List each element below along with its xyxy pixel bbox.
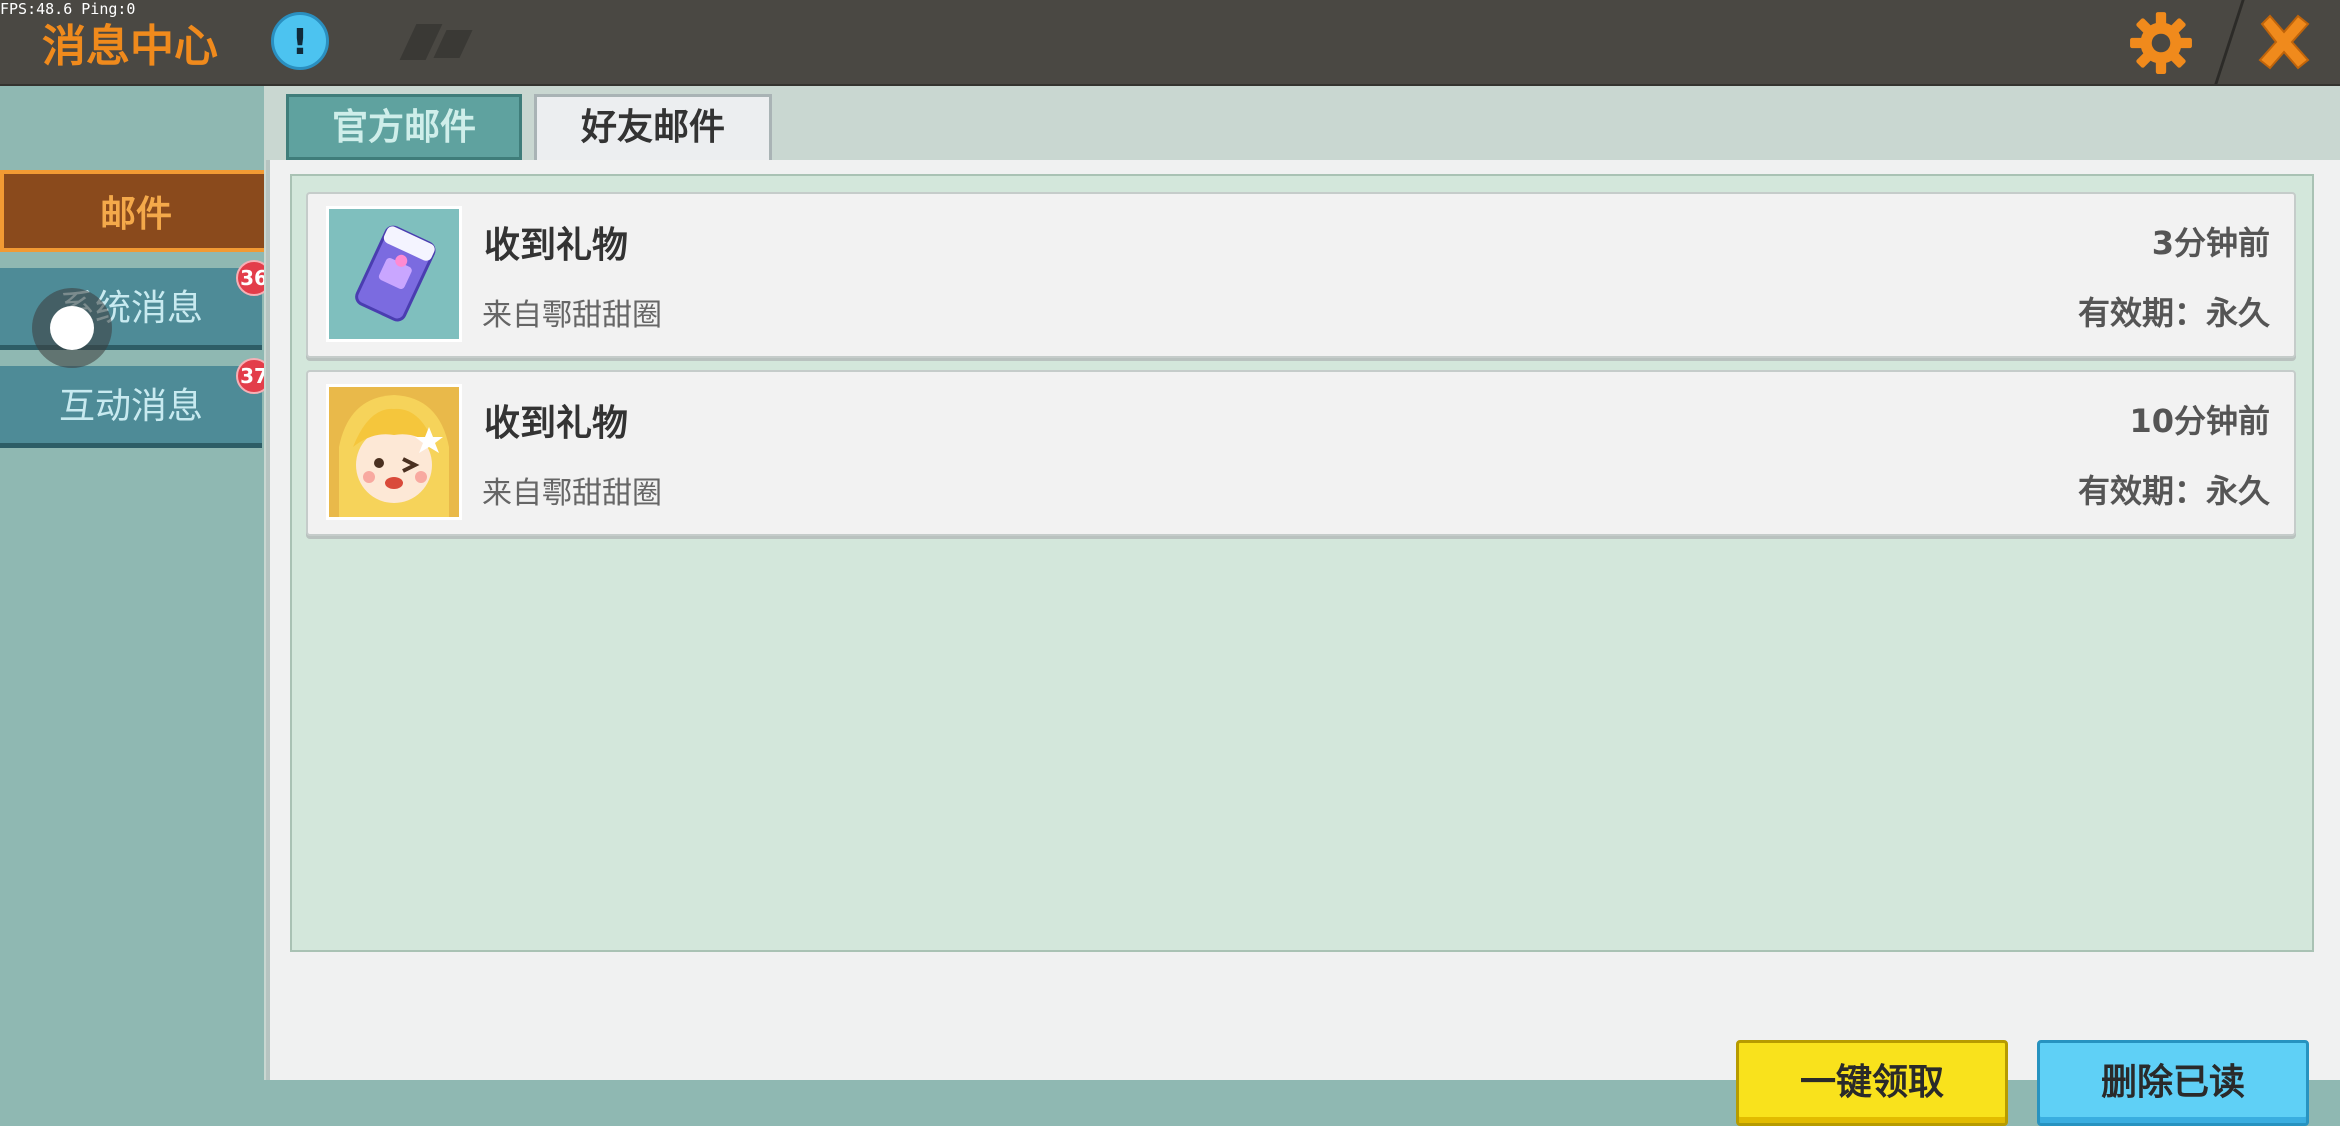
info-button[interactable]: ! <box>271 12 329 70</box>
claim-all-button[interactable]: 一键领取 <box>1736 1040 2008 1126</box>
sidebar: 邮件 系统消息 36 互动消息 37 <box>0 86 272 1080</box>
sidebar-item-label: 邮件 <box>99 194 172 235</box>
header-divider <box>2214 0 2245 84</box>
mail-sender: 来自鄠甜甜圈 <box>482 476 662 511</box>
mail-title: 收到礼物 <box>484 225 629 266</box>
mail-time: 3分钟前 <box>2151 224 2270 262</box>
mail-expiry: 有效期：永久 <box>2077 472 2270 510</box>
page-title: 消息中心 <box>42 21 218 72</box>
mail-item[interactable]: 收到礼物 来自鄠甜甜圈 10分钟前 有效期：永久 <box>306 370 2296 536</box>
floating-joystick[interactable] <box>32 288 112 368</box>
mail-title: 收到礼物 <box>484 403 629 444</box>
top-bar: 消息中心 ! <box>0 0 2340 86</box>
sidebar-item-interaction-messages[interactable]: 互动消息 37 <box>0 358 272 448</box>
mail-sender: 来自鄠甜甜圈 <box>482 298 662 333</box>
mail-list: 收到礼物 来自鄠甜甜圈 3分钟前 有效期：永久 收到礼物 来自鄠甜甜圈 10分钟… <box>290 174 2314 952</box>
tab-official-mail[interactable]: 官方邮件 <box>286 94 522 160</box>
mail-time: 10分钟前 <box>2129 402 2270 440</box>
gear-icon[interactable] <box>2128 10 2194 76</box>
joystick-knob[interactable] <box>50 306 94 350</box>
gift-card-icon <box>326 206 462 342</box>
fps-counter: FPS:48.6 Ping:0 <box>0 0 136 18</box>
close-icon[interactable] <box>2252 10 2316 74</box>
delete-read-button[interactable]: 删除已读 <box>2037 1040 2309 1126</box>
decor-stripe <box>433 30 473 58</box>
sidebar-item-label: 互动消息 <box>58 386 203 427</box>
mail-item[interactable]: 收到礼物 来自鄠甜甜圈 3分钟前 有效期：永久 <box>306 192 2296 358</box>
avatar-icon <box>326 384 462 520</box>
sidebar-item-mail[interactable]: 邮件 <box>0 170 272 252</box>
content-area: 收到礼物 来自鄠甜甜圈 3分钟前 有效期：永久 收到礼物 来自鄠甜甜圈 10分钟… <box>266 160 2340 1126</box>
main-panel: 官方邮件 好友邮件 收到礼物 来自鄠甜甜圈 3分钟前 有效期：永久 收到礼物 来… <box>264 86 2340 1126</box>
tab-friend-mail[interactable]: 好友邮件 <box>534 94 772 168</box>
mail-expiry: 有效期：永久 <box>2077 294 2270 332</box>
